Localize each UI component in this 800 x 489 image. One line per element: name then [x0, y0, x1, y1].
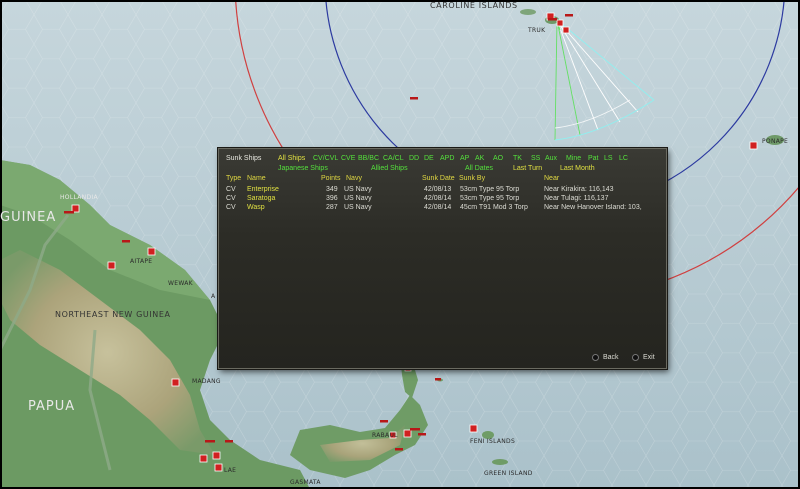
col-sunk-date[interactable]: Sunk Date: [422, 175, 455, 182]
label-feni-islands: FENI ISLANDS: [470, 438, 516, 445]
filter-last-month[interactable]: Last Month: [560, 165, 595, 172]
filter-de[interactable]: DE: [424, 155, 434, 162]
cell-sunk-by: 45cm T91 Mod 3 Torp: [460, 204, 528, 211]
col-name[interactable]: Name: [247, 175, 266, 182]
cell-type: CV: [226, 195, 236, 202]
label-rabaul: RABAUL: [372, 432, 398, 439]
label-ponape: PONAPE: [762, 138, 789, 145]
cell-points: 349: [326, 186, 338, 193]
filter-ap[interactable]: AP: [460, 155, 469, 162]
label-wewak: WEWAK: [168, 280, 193, 287]
cell-date: 42/08/14: [424, 195, 452, 202]
sunk-ships-dialog: Sunk Ships All Ships CV/CVL CVE BB/BC CA…: [218, 148, 667, 369]
filter-last-turn[interactable]: Last Turn: [513, 165, 542, 172]
col-near[interactable]: Near: [544, 175, 559, 182]
cell-name[interactable]: Saratoga: [247, 195, 275, 202]
cell-date: 42/08/13: [424, 186, 452, 193]
label-guinea: GUINEA: [0, 210, 57, 225]
back-button-radio[interactable]: [592, 354, 599, 361]
caroline-islet: [520, 9, 536, 15]
cell-sunk-by: 53cm Type 95 Torp: [460, 195, 520, 202]
cell-near: Near New Hanover Island: 103,12: [544, 204, 642, 211]
filter-ls[interactable]: LS: [604, 155, 613, 162]
filter-bb-bc[interactable]: BB/BC: [358, 155, 379, 162]
cell-near: Near Kirakira: 116,143: [544, 186, 614, 193]
cell-near: Near Tulagi: 116,137: [544, 195, 609, 202]
label-hollandia: HOLLANDIA: [60, 194, 98, 201]
green-island: [492, 459, 508, 465]
cell-name[interactable]: Enterprise: [247, 186, 279, 193]
exit-button-radio[interactable]: [632, 354, 639, 361]
label-gasmata: GASMATA: [290, 479, 321, 486]
filter-cv-cvl[interactable]: CV/CVL: [313, 155, 338, 162]
filter-aux[interactable]: Aux: [545, 155, 557, 162]
dialog-title: Sunk Ships: [226, 155, 262, 162]
filter-all-dates[interactable]: All Dates: [465, 165, 493, 172]
cell-sunk-by: 53cm Type 95 Torp: [460, 186, 520, 193]
col-navy[interactable]: Navy: [346, 175, 362, 182]
filter-apd[interactable]: APD: [440, 155, 454, 162]
filter-japanese-ships[interactable]: Japanese Ships: [278, 165, 328, 172]
label-madang: MADANG: [192, 378, 221, 385]
label-papua: PAPUA: [28, 399, 76, 414]
filter-ak[interactable]: AK: [475, 155, 484, 162]
label-a: A: [211, 293, 216, 300]
label-aitape: AITAPE: [130, 258, 153, 265]
col-sunk-by[interactable]: Sunk By: [459, 175, 485, 182]
cell-name[interactable]: Wasp: [247, 204, 265, 211]
filter-ao[interactable]: AO: [493, 155, 503, 162]
game-screen: CAROLINE ISLANDS TRUK PONAPE GUINEA HOLL…: [0, 0, 800, 489]
cell-navy: US Navy: [344, 186, 372, 193]
filter-tk[interactable]: TK: [513, 155, 522, 162]
cell-points: 396: [326, 195, 338, 202]
label-truk: TRUK: [528, 27, 546, 34]
filter-allied-ships[interactable]: Allied Ships: [371, 165, 408, 172]
filter-mine[interactable]: Mine: [566, 155, 581, 162]
exit-button[interactable]: Exit: [643, 354, 655, 361]
filter-dd[interactable]: DD: [409, 155, 419, 162]
filter-ss[interactable]: SS: [531, 155, 540, 162]
cell-navy: US Navy: [344, 195, 372, 202]
cell-type: CV: [226, 186, 236, 193]
label-northeast-new-guinea: NORTHEAST NEW GUINEA: [55, 310, 171, 319]
cell-points: 287: [326, 204, 338, 211]
filter-lc[interactable]: LC: [619, 155, 628, 162]
label-caroline-islands: CAROLINE ISLANDS: [430, 1, 518, 10]
filter-pat[interactable]: Pat: [588, 155, 599, 162]
cell-navy: US Navy: [344, 204, 372, 211]
col-type[interactable]: Type: [226, 175, 241, 182]
cell-type: CV: [226, 204, 236, 211]
filter-ca-cl[interactable]: CA/CL: [383, 155, 404, 162]
label-lae: LAE: [224, 467, 237, 474]
filter-cve[interactable]: CVE: [341, 155, 355, 162]
col-points[interactable]: Points: [321, 175, 340, 182]
cell-date: 42/08/14: [424, 204, 452, 211]
filter-all-ships[interactable]: All Ships: [278, 155, 305, 162]
back-button[interactable]: Back: [603, 354, 619, 361]
label-green-island: GREEN ISLAND: [484, 470, 533, 477]
